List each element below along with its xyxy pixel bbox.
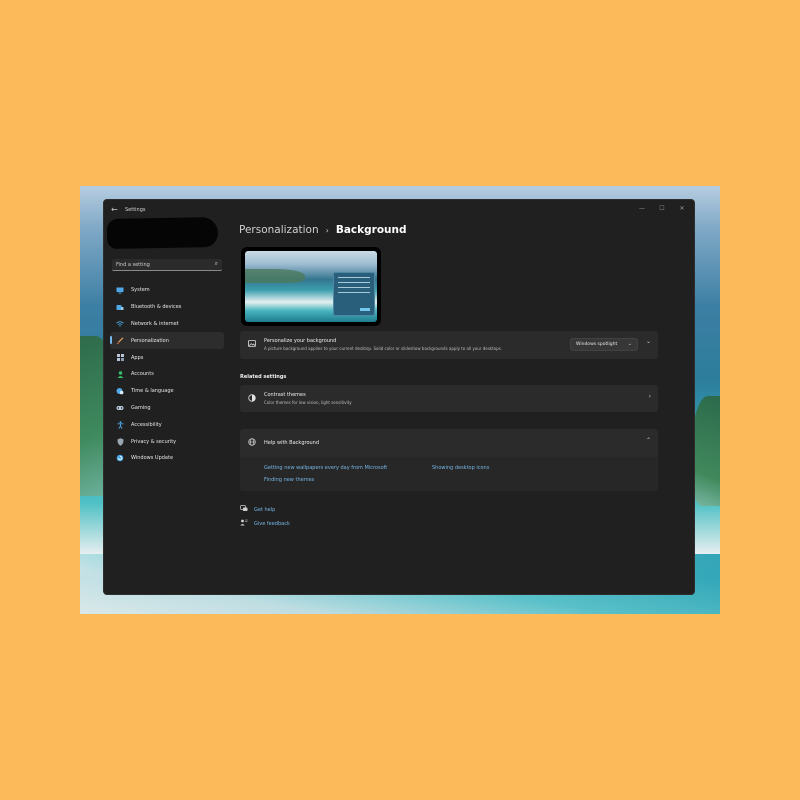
sidebar-item-system[interactable]: System — [110, 282, 224, 299]
brush-icon — [116, 337, 124, 345]
monitor-icon — [116, 286, 124, 294]
card-title: Help with Background — [264, 440, 320, 446]
close-button[interactable]: ✕ — [672, 202, 692, 216]
sidebar-item-bluetooth-devices[interactable]: Bluetooth & devices — [110, 299, 224, 316]
breadcrumb-parent[interactable]: Personalization — [239, 224, 319, 236]
help-link-wallpapers[interactable]: Getting new wallpapers every day from Mi… — [264, 465, 387, 471]
redacted-account-info — [106, 217, 219, 249]
card-description: A picture background applies to your cur… — [264, 346, 503, 351]
help-card-header[interactable]: Help with Background ⌃ — [240, 429, 658, 457]
search-input[interactable] — [112, 259, 208, 270]
sidebar-item-label: Accessibility — [131, 421, 162, 428]
sidebar-item-accessibility[interactable]: Accessibility — [110, 416, 224, 433]
app-title: Settings — [125, 207, 146, 213]
preview-island — [245, 269, 305, 283]
expand-chevron-icon[interactable]: ⌄ — [646, 338, 651, 345]
feedback-icon — [240, 519, 249, 528]
contrast-themes-card[interactable]: Contrast themes Color themes for low vis… — [240, 385, 658, 412]
preview-line — [338, 277, 370, 278]
preview-window-mock — [333, 272, 375, 316]
breadcrumb: Personalization › Background — [239, 224, 407, 236]
sidebar-item-time-language[interactable]: Time & language — [110, 383, 224, 400]
bluetooth-icon — [116, 303, 124, 311]
contrast-icon — [248, 394, 256, 404]
preview-wallpaper — [245, 251, 377, 322]
chevron-up-icon[interactable]: ⌃ — [646, 437, 651, 444]
give-feedback-label: Give feedback — [254, 520, 290, 527]
chevron-down-icon: ⌄ — [627, 341, 632, 347]
sidebar-item-gaming[interactable]: Gaming — [110, 400, 224, 417]
sidebar-item-windows-update[interactable]: Windows Update — [110, 450, 224, 467]
sidebar-nav: System Bluetooth & devices Network & int… — [110, 282, 224, 467]
apps-icon — [116, 354, 124, 362]
maximize-button[interactable]: ☐ — [652, 202, 672, 216]
preview-line — [338, 282, 370, 283]
help-link-themes[interactable]: Finding new themes — [264, 477, 314, 483]
sidebar-item-label: Privacy & security — [131, 438, 177, 445]
sidebar-item-label: Time & language — [131, 388, 174, 395]
globe-icon — [248, 438, 256, 448]
sidebar-item-network-internet[interactable]: Network & internet — [110, 316, 224, 333]
sidebar-item-label: Personalization — [131, 337, 169, 344]
gamepad-icon — [116, 404, 124, 412]
related-settings-heading: Related settings — [240, 374, 287, 380]
sidebar-item-accounts[interactable]: Accounts — [110, 366, 224, 383]
card-title: Contrast themes — [264, 392, 306, 398]
accessibility-icon — [116, 420, 124, 429]
picture-icon — [248, 340, 256, 349]
get-help-link[interactable]: Get help — [240, 505, 275, 514]
help-chat-icon — [240, 505, 249, 514]
wifi-icon — [116, 320, 124, 328]
sidebar-item-personalization[interactable]: Personalization — [110, 332, 224, 350]
preview-button-mock — [360, 308, 370, 311]
preview-line — [338, 292, 370, 293]
chevron-right-icon: › — [648, 393, 651, 400]
dropdown-value: Windows spotlight — [576, 342, 618, 347]
update-icon — [116, 454, 124, 462]
window-controls: — ☐ ✕ — [632, 202, 692, 216]
sidebar-item-label: Bluetooth & devices — [131, 304, 182, 311]
sidebar-item-apps[interactable]: Apps — [110, 349, 224, 366]
sidebar-item-label: System — [131, 287, 150, 294]
person-icon — [116, 370, 124, 378]
get-help-label: Get help — [254, 506, 276, 513]
breadcrumb-separator: › — [325, 225, 329, 235]
search-box[interactable]: ⌕ — [112, 259, 222, 271]
card-description: Color themes for low vision, light sensi… — [264, 400, 352, 405]
globe-clock-icon — [116, 387, 124, 395]
give-feedback-link[interactable]: Give feedback — [240, 519, 290, 528]
sidebar-item-label: Gaming — [131, 404, 151, 411]
shield-icon — [116, 437, 124, 446]
personalize-background-card[interactable]: Personalize your background A picture ba… — [240, 331, 658, 359]
sidebar-item-label: Accounts — [131, 371, 154, 378]
help-link-desktop-icons[interactable]: Showing desktop icons — [432, 465, 489, 471]
sidebar-item-label: Apps — [131, 354, 144, 361]
minimize-button[interactable]: — — [632, 202, 652, 216]
background-preview — [241, 247, 381, 326]
settings-window: ← Settings — ☐ ✕ ⌕ System Bluetooth & de… — [103, 199, 695, 595]
page-title: Background — [335, 224, 407, 236]
background-type-dropdown[interactable]: Windows spotlight ⌄ — [570, 338, 638, 351]
sidebar-item-label: Network & internet — [131, 320, 179, 327]
sidebar-item-label: Windows Update — [131, 455, 174, 462]
sidebar-item-privacy-security[interactable]: Privacy & security — [110, 433, 224, 450]
card-title: Personalize your background — [264, 338, 337, 344]
preview-line — [338, 287, 370, 288]
back-arrow-icon[interactable]: ← — [111, 205, 118, 214]
search-icon[interactable]: ⌕ — [215, 260, 218, 268]
help-links-panel: Getting new wallpapers every day from Mi… — [240, 457, 658, 491]
